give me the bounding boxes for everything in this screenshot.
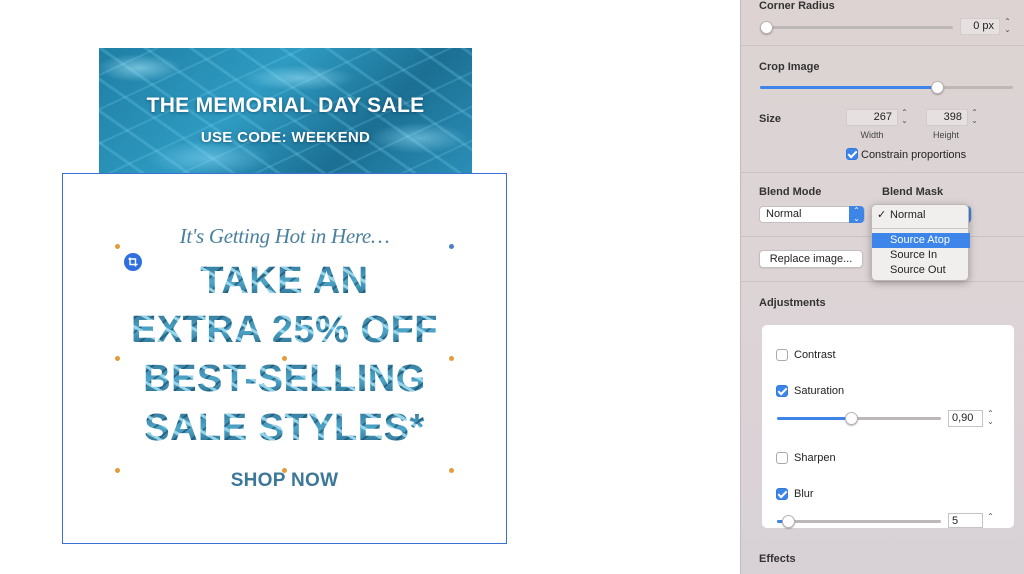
saturation-value-field[interactable]: 0,90 — [948, 410, 983, 427]
resize-handle-bottom-left[interactable] — [115, 468, 120, 473]
crop-image-slider[interactable] — [760, 86, 1013, 89]
resize-handle-top-left[interactable] — [115, 244, 120, 249]
divider — [740, 172, 1024, 173]
headline-line-3: BEST-SELLING — [63, 358, 506, 401]
blur-slider[interactable] — [777, 520, 941, 523]
adjustments-title: Adjustments — [759, 297, 826, 309]
resize-handle-bottom-center[interactable] — [282, 468, 287, 473]
menu-item-source-atop[interactable]: Source Atop — [872, 233, 970, 248]
saturation-stepper-icon[interactable]: ⌃ ⌄ — [986, 410, 995, 427]
contrast-label: Contrast — [794, 349, 836, 361]
blend-mask-menu: ✓ Normal Source Atop Source In Source Ou… — [871, 204, 970, 281]
size-label: Size — [759, 113, 782, 125]
shop-now-link[interactable]: SHOP NOW — [63, 470, 506, 492]
headline-line-2: EXTRA 25% OFF — [63, 309, 506, 352]
menu-item-source-out[interactable]: Source Out — [872, 263, 970, 278]
blur-label: Blur — [794, 488, 814, 500]
design-canvas[interactable]: THE MEMORIAL DAY SALE USE CODE: WEEKEND … — [0, 0, 740, 574]
divider — [740, 45, 1024, 46]
width-field[interactable]: 267 — [846, 109, 898, 126]
corner-radius-slider-knob[interactable] — [760, 21, 773, 34]
saturation-checkbox[interactable] — [776, 385, 788, 397]
constrain-proportions-checkbox[interactable] — [846, 148, 858, 160]
menu-separator — [872, 228, 970, 229]
saturation-slider-knob[interactable] — [845, 412, 858, 425]
banner-code: USE CODE: WEEKEND — [200, 129, 371, 146]
contrast-checkbox[interactable] — [776, 349, 788, 361]
corner-radius-field[interactable]: 0 px — [960, 18, 1000, 35]
sharpen-label: Sharpen — [794, 452, 836, 464]
constrain-proportions-label: Constrain proportions — [861, 149, 967, 161]
resize-handle-bottom-right[interactable] — [449, 468, 454, 473]
sale-banner-image[interactable]: THE MEMORIAL DAY SALE USE CODE: WEEKEND — [99, 48, 472, 176]
height-caption: Height — [932, 130, 959, 140]
banner-title: THE MEMORIAL DAY SALE — [146, 94, 425, 117]
crop-icon[interactable] — [124, 253, 142, 271]
blur-value-field[interactable]: 5 — [948, 513, 983, 528]
crop-image-slider-fill — [760, 86, 937, 89]
height-stepper-icon[interactable]: ⌃ ⌄ — [970, 109, 979, 126]
resize-handle-top-right[interactable] — [449, 244, 454, 249]
menu-item-normal[interactable]: Normal — [872, 208, 970, 223]
popup-arrow-icon: ⌃ ⌄ — [849, 206, 864, 223]
blur-stepper-icon[interactable]: ⌃ — [986, 513, 995, 528]
saturation-slider-fill — [777, 417, 851, 420]
blend-mode-select[interactable]: Normal ⌃ ⌄ — [759, 206, 865, 223]
blur-checkbox[interactable] — [776, 488, 788, 500]
resize-handle-center[interactable] — [282, 356, 287, 361]
blend-mode-label: Blend Mode — [759, 186, 822, 198]
width-caption: Width — [860, 130, 884, 140]
effects-title: Effects — [759, 553, 796, 565]
blur-slider-knob[interactable] — [782, 515, 795, 528]
corner-radius-label: Corner Radius — [759, 0, 835, 12]
saturation-slider[interactable] — [777, 417, 941, 420]
blend-mode-value: Normal — [766, 208, 802, 220]
replace-image-button[interactable]: Replace image... — [759, 250, 863, 268]
corner-radius-slider[interactable] — [763, 26, 953, 29]
headline-line-4: SALE STYLES* — [63, 407, 506, 450]
resize-handle-middle-left[interactable] — [115, 356, 120, 361]
width-stepper-icon[interactable]: ⌃ ⌄ — [900, 109, 909, 126]
menu-item-source-in[interactable]: Source In — [872, 248, 970, 263]
sharpen-checkbox[interactable] — [776, 452, 788, 464]
blend-mask-label: Blend Mask — [882, 186, 944, 198]
resize-handle-middle-right[interactable] — [449, 356, 454, 361]
corner-radius-stepper-icon[interactable]: ⌃ ⌄ — [1003, 18, 1012, 35]
tagline-text: It's Getting Hot in Here… — [179, 224, 390, 248]
crop-image-slider-knob[interactable] — [931, 81, 944, 94]
saturation-label: Saturation — [794, 385, 845, 397]
crop-image-label: Crop Image — [759, 61, 820, 73]
divider — [740, 281, 1024, 282]
height-field[interactable]: 398 — [926, 109, 968, 126]
